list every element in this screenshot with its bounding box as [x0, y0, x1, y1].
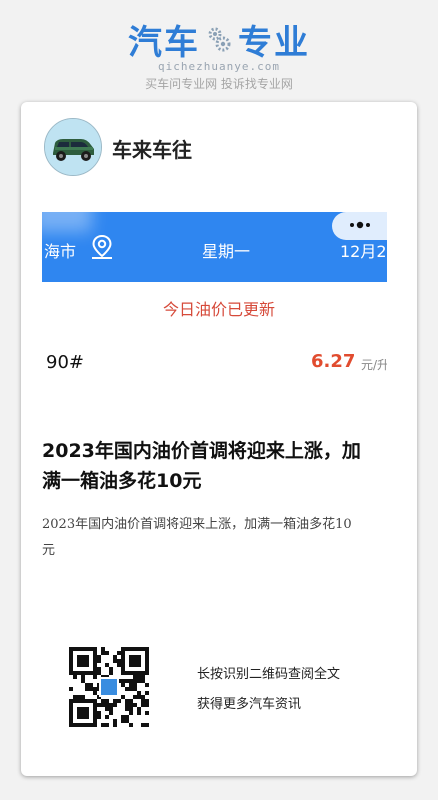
oil-price-unit: 元/升	[361, 358, 387, 372]
qr-code-icon[interactable]	[69, 647, 149, 727]
city-label: 海市	[44, 242, 77, 261]
qr-caption-line1: 长按识别二维码查阅全文	[197, 667, 341, 682]
qr-caption-line2: 获得更多汽车资讯	[197, 697, 302, 712]
gear-icon	[208, 27, 231, 52]
update-notice: 今日油价已更新	[162, 300, 275, 319]
date-label: 12月2	[340, 242, 387, 261]
banner-info-row: 海市 星期一 12月2	[42, 234, 387, 261]
brand-title-right: 专业	[238, 22, 310, 63]
car-avatar-icon[interactable]	[44, 118, 102, 176]
article-card: 车来车往 海市 星期一 12月2 今日油价已更新 90# 6.27 元/升 20…	[21, 102, 417, 776]
article-summary: 2023年国内油价首调将迎来上涨，加满一箱油多花10元	[42, 517, 352, 558]
oil-price: 6.27	[311, 351, 356, 372]
location-pin-icon[interactable]	[90, 234, 114, 260]
article-headline[interactable]: 2023年国内油价首调将迎来上涨，加满一箱油多花10元	[42, 436, 372, 496]
weekday-label: 星期一	[202, 242, 251, 261]
brand-header: 汽车 专业 qichezhuanye.com 买车问专业网 投诉找专业网	[0, 18, 438, 92]
brand-logo: 汽车 专业	[0, 18, 438, 63]
author-name[interactable]: 车来车往	[112, 134, 192, 163]
more-dots-icon[interactable]	[332, 212, 387, 240]
oil-price-banner: 海市 星期一 12月2	[42, 212, 387, 282]
brand-title-left: 汽车	[128, 22, 200, 63]
brand-slogan: 买车问专业网 投诉找专业网	[145, 77, 293, 91]
brand-url: qichezhuanye.com	[158, 60, 280, 73]
qr-caption: 长按识别二维码查阅全文 获得更多汽车资讯	[197, 660, 397, 720]
banner-glow	[42, 212, 92, 232]
oil-grade: 90#	[46, 352, 84, 373]
